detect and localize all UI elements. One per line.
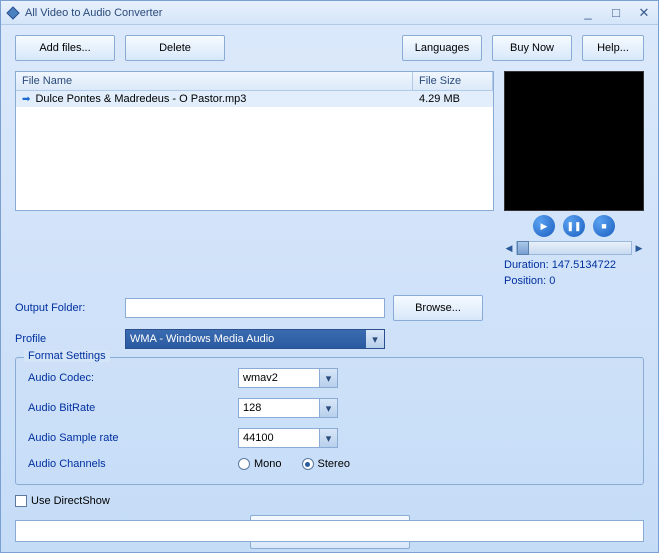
stereo-radio[interactable]: Stereo xyxy=(302,458,350,470)
list-header: File Name File Size xyxy=(16,72,493,91)
audio-codec-select[interactable]: wmav2 ▾ xyxy=(238,368,338,388)
position-text: Position: 0 xyxy=(504,275,644,287)
mono-radio[interactable]: Mono xyxy=(238,458,282,470)
languages-button[interactable]: Languages xyxy=(402,35,482,61)
duration-text: Duration: 147.5134722 xyxy=(504,259,644,271)
close-button[interactable]: ✕ xyxy=(634,5,654,21)
column-filename[interactable]: File Name xyxy=(16,72,413,90)
stop-button[interactable]: ■ xyxy=(593,215,615,237)
audio-bitrate-label: Audio BitRate xyxy=(28,402,238,414)
add-files-button[interactable]: Add files... xyxy=(15,35,115,61)
pause-button[interactable]: ❚❚ xyxy=(563,215,585,237)
slider-left-icon[interactable]: ◀ xyxy=(504,243,514,254)
file-list[interactable]: File Name File Size ➡ Dulce Pontes & Mad… xyxy=(15,71,494,211)
window-title: All Video to Audio Converter xyxy=(25,7,578,19)
slider-thumb[interactable] xyxy=(517,241,529,255)
browse-button[interactable]: Browse... xyxy=(393,295,483,321)
audio-bitrate-select[interactable]: 128 ▾ xyxy=(238,398,338,418)
directshow-checkbox[interactable] xyxy=(15,495,27,507)
audio-sample-label: Audio Sample rate xyxy=(28,432,238,444)
format-legend: Format Settings xyxy=(24,350,110,362)
buy-now-button[interactable]: Buy Now xyxy=(492,35,572,61)
audio-codec-label: Audio Codec: xyxy=(28,372,238,384)
app-window: All Video to Audio Converter _ □ ✕ Add f… xyxy=(0,0,659,553)
radio-icon xyxy=(302,458,314,470)
audio-channels-label: Audio Channels xyxy=(28,458,238,470)
output-folder-input[interactable] xyxy=(125,298,385,318)
table-row[interactable]: ➡ Dulce Pontes & Madredeus - O Pastor.mp… xyxy=(16,91,493,107)
status-bar xyxy=(15,520,644,542)
directshow-label: Use DirectShow xyxy=(31,495,110,507)
play-button[interactable]: ▶ xyxy=(533,215,555,237)
chevron-down-icon: ▾ xyxy=(319,369,337,387)
column-filesize[interactable]: File Size xyxy=(413,72,493,90)
audio-sample-select[interactable]: 44100 ▾ xyxy=(238,428,338,448)
file-size-cell: 4.29 MB xyxy=(413,91,493,107)
profile-select[interactable]: WMA - Windows Media Audio ▾ xyxy=(125,329,385,349)
output-folder-label: Output Folder: xyxy=(15,302,125,314)
format-settings-group: Format Settings Audio Codec: wmav2 ▾ Aud… xyxy=(15,357,644,485)
titlebar: All Video to Audio Converter _ □ ✕ xyxy=(1,1,658,25)
minimize-button[interactable]: _ xyxy=(578,5,598,21)
maximize-button[interactable]: □ xyxy=(606,5,626,21)
file-name-cell: Dulce Pontes & Madredeus - O Pastor.mp3 xyxy=(35,93,246,105)
slider-right-icon[interactable]: ▶ xyxy=(634,243,644,254)
radio-icon xyxy=(238,458,250,470)
app-icon xyxy=(5,5,21,21)
video-preview xyxy=(504,71,644,211)
chevron-down-icon: ▾ xyxy=(319,429,337,447)
profile-label: Profile xyxy=(15,333,125,345)
arrow-right-icon: ➡ xyxy=(22,94,30,105)
chevron-down-icon: ▾ xyxy=(319,399,337,417)
chevron-down-icon: ▾ xyxy=(366,330,384,348)
position-slider[interactable] xyxy=(516,241,632,255)
help-button[interactable]: Help... xyxy=(582,35,644,61)
delete-button[interactable]: Delete xyxy=(125,35,225,61)
